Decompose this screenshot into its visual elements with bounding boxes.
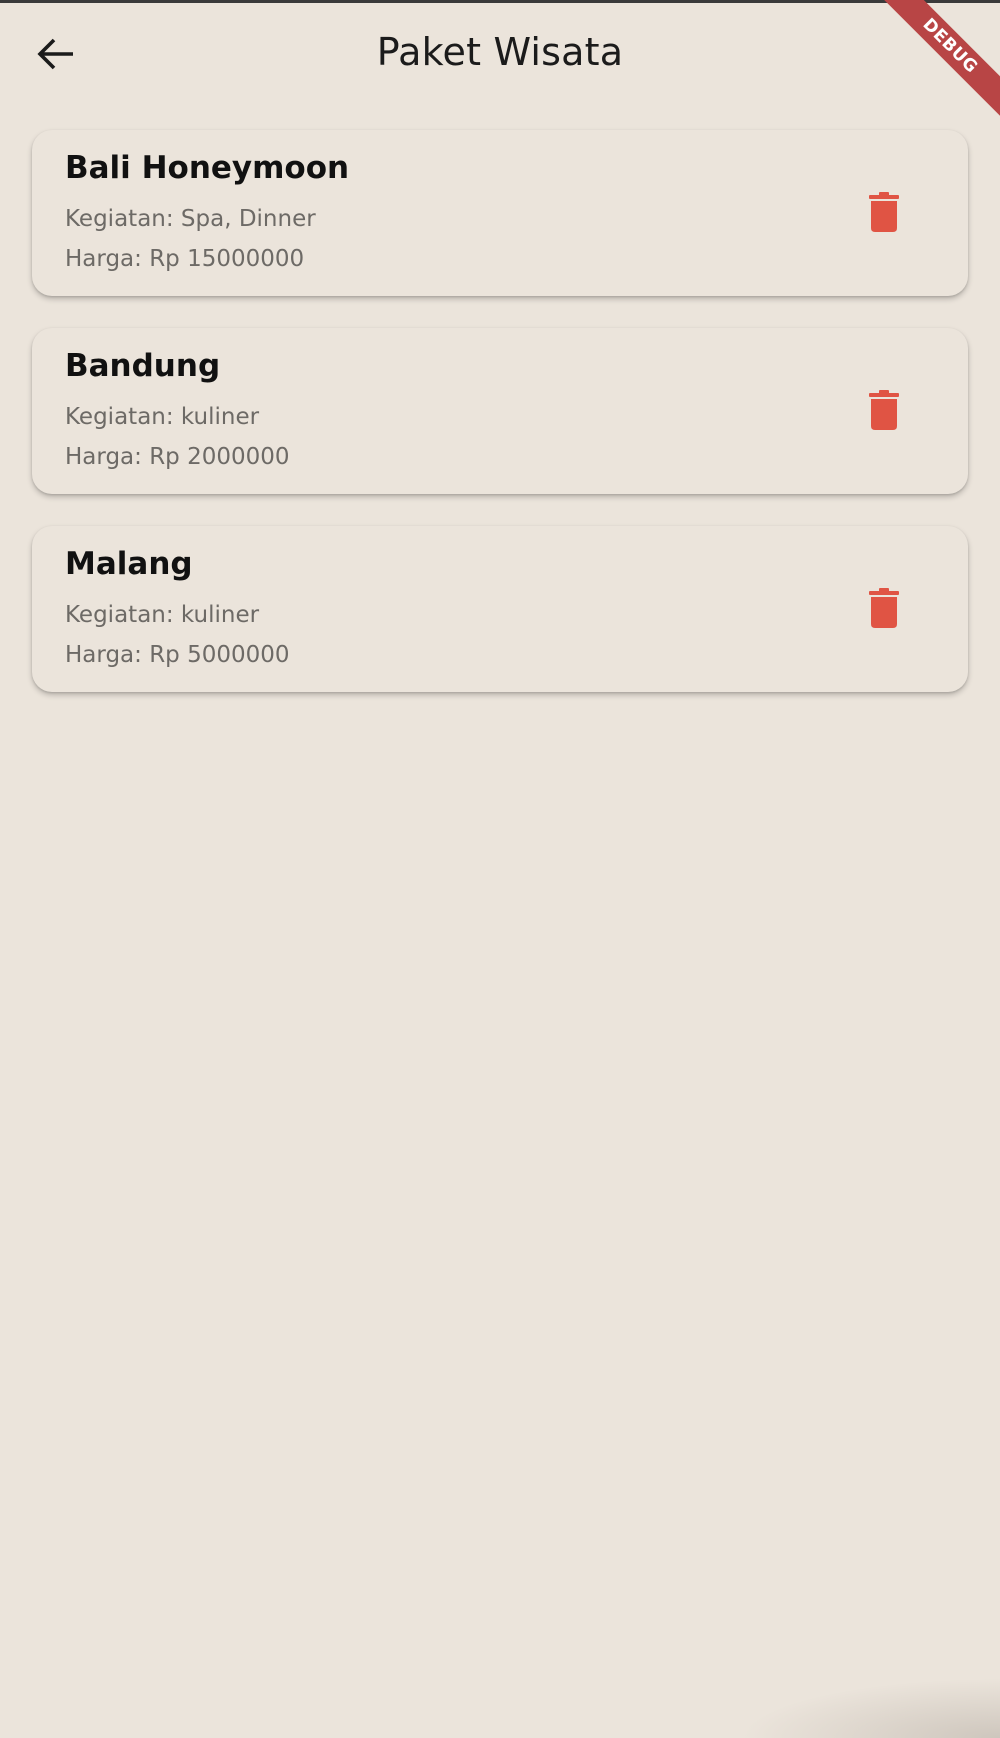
- trash-icon: [869, 588, 899, 628]
- package-activity: Kegiatan: kuliner: [65, 602, 260, 628]
- trash-icon: [869, 390, 899, 430]
- package-name: Bali Honeymoon: [65, 150, 350, 186]
- package-price: Harga: Rp 5000000: [65, 642, 290, 668]
- package-name: Malang: [65, 546, 193, 582]
- package-list: Bali Honeymoon Kegiatan: Spa, Dinner Har…: [32, 130, 968, 724]
- corner-shadow: [740, 1678, 1000, 1738]
- package-card[interactable]: Bali Honeymoon Kegiatan: Spa, Dinner Har…: [32, 130, 968, 296]
- delete-button[interactable]: [860, 584, 908, 632]
- app-bar: Paket Wisata: [0, 0, 1000, 110]
- package-activity: Kegiatan: kuliner: [65, 404, 260, 430]
- delete-button[interactable]: [860, 188, 908, 236]
- package-name: Bandung: [65, 348, 221, 384]
- package-card[interactable]: Bandung Kegiatan: kuliner Harga: Rp 2000…: [32, 328, 968, 494]
- trash-icon: [869, 192, 899, 232]
- page-title: Paket Wisata: [376, 30, 624, 74]
- delete-button[interactable]: [860, 386, 908, 434]
- package-card[interactable]: Malang Kegiatan: kuliner Harga: Rp 50000…: [32, 526, 968, 692]
- package-price: Harga: Rp 15000000: [65, 246, 305, 272]
- package-price: Harga: Rp 2000000: [65, 444, 290, 470]
- package-activity: Kegiatan: Spa, Dinner: [65, 206, 316, 232]
